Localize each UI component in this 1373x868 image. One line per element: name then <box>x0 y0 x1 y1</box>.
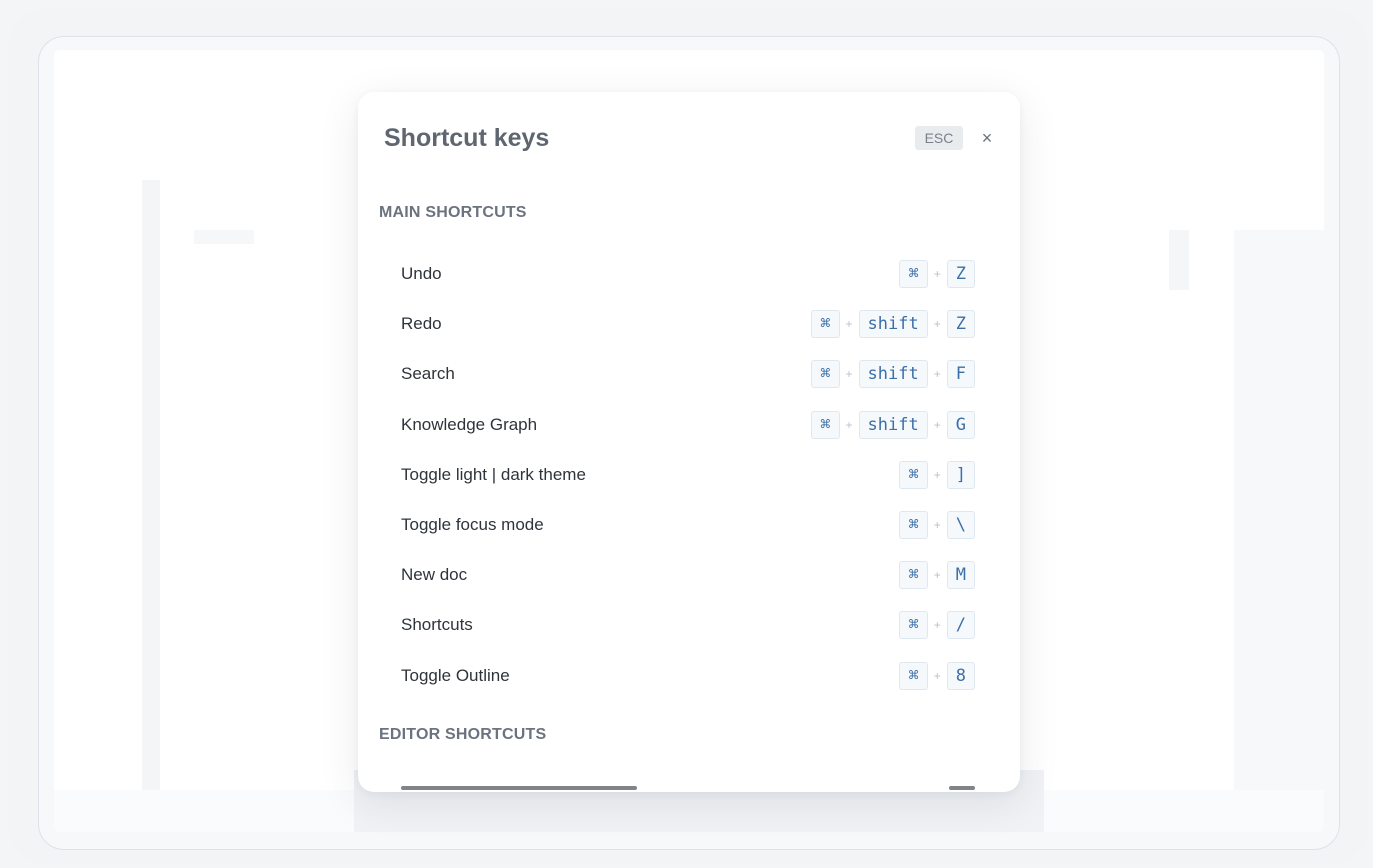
key-chip: shift <box>858 410 928 439</box>
shortcut-label: Shortcuts <box>401 615 473 635</box>
key-combo: ⌘ + / <box>899 611 975 640</box>
command-key-icon: ⌘ <box>811 310 840 339</box>
shortcut-row: Search ⌘ + shift + F <box>401 358 975 390</box>
section-title-editor: EDITOR SHORTCUTS <box>379 726 547 743</box>
key-chip: \ <box>946 511 975 539</box>
shortcut-label: Toggle focus mode <box>401 515 544 534</box>
key-combo: ⌘ + \ <box>899 511 975 539</box>
shortcut-label: Toggle Outline <box>401 665 510 685</box>
plus-separator: + <box>933 467 941 482</box>
background-panel <box>194 230 254 244</box>
plus-separator: + <box>933 367 941 382</box>
key-combo: ⌘ + shift + G <box>811 410 975 439</box>
plus-separator: + <box>933 518 941 532</box>
key-chip: G <box>946 410 975 439</box>
command-key-icon: ⌘ <box>811 410 840 439</box>
close-icon[interactable]: × <box>978 126 996 150</box>
shortcut-row: Shortcuts ⌘ + / <box>401 609 975 641</box>
plus-separator: + <box>933 267 941 281</box>
key-combo: ⌘ +8 <box>899 661 975 690</box>
shortcut-label: Knowledge Graph <box>401 414 538 434</box>
plus-separator: + <box>845 417 853 432</box>
command-key-icon: ⌘ <box>899 561 928 590</box>
key-chip: F <box>946 360 975 389</box>
shortcut-row: New doc ⌘ + M <box>401 559 975 591</box>
key-combo: ⌘ + shift + Z <box>811 310 975 339</box>
background-panel <box>1169 230 1189 290</box>
plus-separator: + <box>933 417 941 432</box>
list-item <box>401 782 975 792</box>
key-chip: 8 <box>946 661 975 690</box>
dialog-title: Shortcut keys <box>384 124 550 152</box>
plus-separator: + <box>933 317 941 332</box>
shortcut-label: Toggle light | dark theme <box>401 464 586 484</box>
shortcut-row: Knowledge Graph ⌘ + shift + G <box>401 409 975 441</box>
key-chip: Z <box>946 260 975 288</box>
section-title-main: MAIN SHORTCUTS <box>379 204 527 221</box>
shortcut-label: New doc <box>401 565 468 585</box>
command-key-icon: ⌘ <box>899 661 928 690</box>
command-key-icon: ⌘ <box>811 360 840 389</box>
plus-separator: + <box>845 367 853 382</box>
key-chip: shift <box>858 310 928 339</box>
command-key-icon: ⌘ <box>899 460 928 489</box>
key-chip: shift <box>858 360 928 389</box>
shortcut-row: Undo ⌘ + Z <box>401 258 975 290</box>
shortcut-row: Toggle focus mode ⌘ + \ <box>401 509 975 541</box>
list-item-label <box>401 786 637 790</box>
key-chip: M <box>946 561 975 590</box>
command-key-icon: ⌘ <box>899 611 928 640</box>
plus-separator: + <box>845 317 853 332</box>
shortcut-label: Redo <box>401 314 442 334</box>
shortcut-row: Redo ⌘ + shift + Z <box>401 308 975 340</box>
shortcut-label: Search <box>401 364 455 384</box>
key-combo: ⌘ + M <box>899 561 975 590</box>
command-key-icon: ⌘ <box>899 260 928 288</box>
key-chip <box>949 786 975 790</box>
plus-separator: + <box>933 618 941 633</box>
key-combo: ⌘ + Z <box>899 260 975 288</box>
shortcut-row: Toggle Outline ⌘ +8 <box>401 660 975 692</box>
esc-key-hint: ESC <box>915 126 963 150</box>
shortcut-label: Undo <box>401 264 442 283</box>
shortcut-row: Toggle light | dark theme ⌘ +] <box>401 459 975 491</box>
key-chip: / <box>946 611 975 640</box>
shortcut-keys-dialog: Shortcut keys ESC × MAIN SHORTCUTS Undo ⌘… <box>358 92 1020 792</box>
key-combo: ⌘ +] <box>899 460 975 489</box>
key-combo: ⌘ + shift + F <box>811 360 975 389</box>
command-key-icon: ⌘ <box>899 511 928 539</box>
key-chip: ] <box>946 460 975 489</box>
background-panel <box>1234 230 1324 830</box>
plus-separator: + <box>933 668 941 683</box>
plus-separator: + <box>933 568 941 583</box>
key-chip: Z <box>946 310 975 339</box>
background-panel <box>142 180 160 832</box>
